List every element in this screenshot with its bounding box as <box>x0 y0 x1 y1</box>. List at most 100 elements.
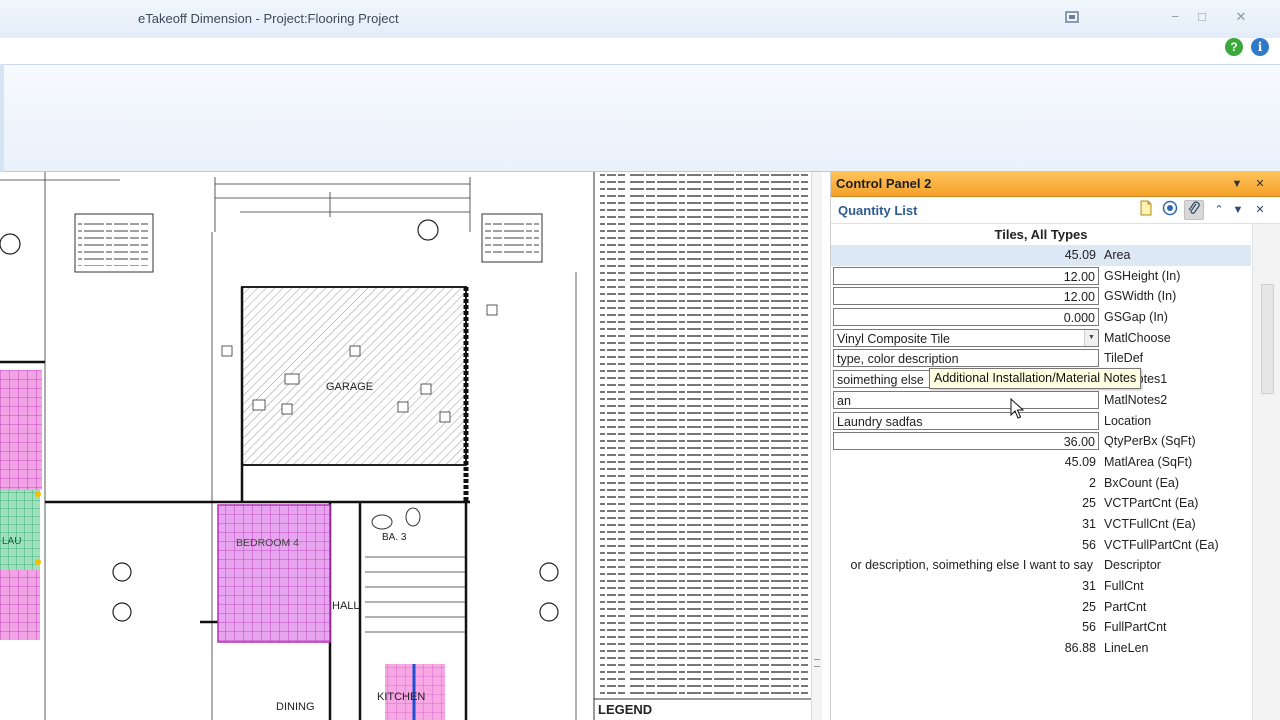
quantity-row[interactable]: 31 FullCnt <box>831 576 1251 597</box>
quantity-row[interactable]: Laundry sadfas Location <box>831 411 1251 432</box>
restore-layout-icon[interactable] <box>1064 9 1080 25</box>
row-label: GSWidth (In) <box>1104 289 1177 304</box>
quantity-row[interactable]: 25 VCTPartCnt (Ea) <box>831 493 1251 514</box>
quantity-row[interactable]: 31 VCTFullCnt (Ea) <box>831 514 1251 535</box>
drawing-scrollbar[interactable] <box>811 172 822 720</box>
bath-label: BA. 3 <box>382 532 407 543</box>
row-value: 86.88 <box>1064 641 1096 656</box>
target-icon[interactable] <box>1160 200 1180 220</box>
row-label: BxCount (Ea) <box>1104 475 1180 490</box>
row-label: PartCnt <box>1104 599 1147 614</box>
quantity-row[interactable]: 12.00 GSWidth (In) <box>831 286 1251 307</box>
panel-dropdown-icon[interactable]: ▼ <box>1230 176 1244 192</box>
control-panel-title: Control Panel 2 <box>836 176 932 191</box>
panel-close-icon[interactable]: ✕ <box>1253 176 1267 192</box>
maximize-button[interactable]: □ <box>1191 8 1213 26</box>
quantity-row[interactable]: 36.00 QtyPerBx (SqFt) <box>831 431 1251 452</box>
row-label: GSGap (In) <box>1104 310 1168 325</box>
gs-height-input[interactable]: 12.00 <box>833 266 1099 285</box>
ribbon <box>0 64 1280 172</box>
quantity-list-header: Quantity List ⌃ ▼ ✕ <box>831 197 1280 224</box>
material-select-value: Vinyl Composite Tile <box>837 331 951 346</box>
quantity-list-title: Quantity List <box>838 203 918 218</box>
row-label: Area <box>1104 248 1131 262</box>
floor-plan-canvas[interactable]: GARAGE BEDROOM 4 LAU BA. 3 HALL DINING K… <box>0 172 822 720</box>
ribbon-edge <box>0 64 4 172</box>
quantity-row[interactable]: 56 VCTFullPartCnt (Ea) <box>831 535 1251 556</box>
row-label: GSHeight (In) <box>1104 268 1181 283</box>
quantity-row[interactable]: 45.09 Area <box>831 245 1251 266</box>
location-input[interactable]: Laundry sadfas <box>833 411 1099 430</box>
info-icon[interactable]: i <box>1251 38 1269 56</box>
quantity-row[interactable]: 12.00 GSHeight (In) <box>831 266 1251 287</box>
row-value: 2 <box>1089 475 1096 490</box>
window-title: eTakeoff Dimension - Project:Flooring Pr… <box>138 11 399 26</box>
quantity-row[interactable]: 25 PartCnt <box>831 597 1251 618</box>
paperclip-icon[interactable] <box>1184 200 1204 220</box>
scroll-thumb[interactable] <box>1261 284 1274 394</box>
qty-per-box-input[interactable]: 36.00 <box>833 432 1099 451</box>
row-label: VCTPartCnt (Ea) <box>1104 496 1199 511</box>
row-label: Descriptor <box>1104 558 1161 573</box>
row-label: LineLen <box>1104 641 1149 656</box>
row-label: VCTFullPartCnt (Ea) <box>1104 537 1219 552</box>
row-label: FullCnt <box>1104 579 1144 593</box>
quantity-group-title: Tiles, All Types <box>994 227 1088 242</box>
matl-notes2-input[interactable]: an <box>833 390 1099 409</box>
control-panel: Control Panel 2 ▼ ✕ Quantity List ⌃ ▼ ✕ … <box>830 172 1280 720</box>
quantity-row[interactable]: 56 FullPartCnt <box>831 617 1251 638</box>
quantity-row[interactable]: 0.000 GSGap (In) <box>831 307 1251 328</box>
minimize-button[interactable]: − <box>1164 8 1186 26</box>
quantity-grid: 45.09 Area 12.00 GSHeight (In) 12.00 GSW… <box>831 245 1251 659</box>
close-icon[interactable]: ✕ <box>1250 200 1270 220</box>
material-select[interactable]: Vinyl Composite Tile ▼ <box>833 328 1099 347</box>
gs-gap-input[interactable]: 0.000 <box>833 308 1099 327</box>
row-value: 25 <box>1082 496 1096 511</box>
row-value: 25 <box>1082 599 1096 614</box>
row-value: 45.09 <box>1064 454 1096 469</box>
quantity-row[interactable]: Vinyl Composite Tile ▼ MatlChoose <box>831 328 1251 349</box>
quantity-row[interactable]: 86.88 LineLen <box>831 638 1251 659</box>
garage-label: GARAGE <box>326 381 373 393</box>
row-label: QtyPerBx (SqFt) <box>1104 434 1196 449</box>
mouse-cursor-icon <box>1010 398 1024 419</box>
close-button[interactable]: ✕ <box>1230 8 1252 26</box>
scroll-grip[interactable] <box>814 659 820 667</box>
row-value: 31 <box>1082 516 1096 531</box>
collapse-up-icon[interactable]: ⌃ <box>1209 200 1229 220</box>
title-bar: eTakeoff Dimension - Project:Flooring Pr… <box>0 0 1280 38</box>
tile-def-input[interactable]: type, color description <box>833 349 1099 368</box>
quantity-row[interactable]: 2 BxCount (Ea) <box>831 473 1251 494</box>
row-label: MatlChoose <box>1104 330 1171 345</box>
help-icon[interactable]: ? <box>1225 38 1243 56</box>
laundry-label: LAU <box>2 536 21 547</box>
row-value: 56 <box>1082 537 1096 552</box>
row-label: MatlNotes2 <box>1104 392 1168 407</box>
row-label: MatlArea (SqFt) <box>1104 454 1193 469</box>
row-value: 56 <box>1082 620 1096 635</box>
kitchen-label: KITCHEN <box>377 691 425 703</box>
quantity-list-scrollbar[interactable] <box>1252 224 1280 720</box>
dropdown-icon[interactable]: ▼ <box>1228 200 1248 220</box>
tooltip: Additional Installation/Material Notes <box>929 368 1142 389</box>
bedroom-label: BEDROOM 4 <box>236 537 299 549</box>
row-label: FullPartCnt <box>1104 620 1167 635</box>
dining-label: DINING <box>276 701 315 713</box>
row-value: or description, soimething else I want t… <box>850 558 1093 573</box>
row-label: TileDef <box>1104 351 1144 366</box>
new-document-icon[interactable] <box>1136 200 1156 220</box>
legend-label: LEGEND <box>598 702 652 717</box>
quantity-row[interactable]: type, color description TileDef <box>831 348 1251 369</box>
row-value: 31 <box>1082 579 1096 593</box>
floor-plan-drawing: GARAGE BEDROOM 4 LAU BA. 3 HALL DINING K… <box>0 172 812 720</box>
row-label: VCTFullCnt (Ea) <box>1104 516 1196 531</box>
control-panel-header: Control Panel 2 ▼ ✕ <box>831 172 1280 197</box>
row-label: Location <box>1104 413 1152 428</box>
chevron-down-icon[interactable]: ▼ <box>1084 329 1098 346</box>
quantity-row[interactable]: an MatlNotes2 <box>831 390 1251 411</box>
row-value: 45.09 <box>1064 248 1096 262</box>
quantity-row[interactable]: 45.09 MatlArea (SqFt) <box>831 452 1251 473</box>
quantity-row[interactable]: or description, soimething else I want t… <box>831 555 1251 576</box>
gs-width-input[interactable]: 12.00 <box>833 287 1099 306</box>
hall-label: HALL <box>332 600 360 612</box>
